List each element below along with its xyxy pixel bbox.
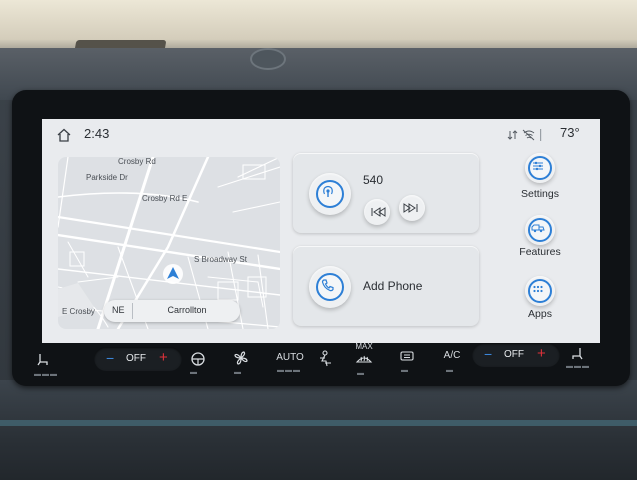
connectivity-icons [507,129,542,141]
climate-control-strip: ▬▬▬ − OFF + ▬ ▬ AUTO ▬▬▬ MAX ▬ ▬ A/C ▬ − [20,342,618,385]
sliders-icon [533,161,543,171]
street-label-e-crosby: E Crosby [62,307,95,316]
apps-grid-icon [533,285,543,293]
auto-climate-button[interactable]: AUTO [274,352,306,363]
settings-button[interactable]: Settings [503,153,577,205]
passenger-temp-down-button[interactable]: − [484,346,492,362]
apps-icon-ring [528,279,552,303]
airflow-mode-icon[interactable] [316,349,334,369]
street-label-parkside: Parkside Dr [86,173,128,182]
vehicle-location-icon [163,264,183,284]
radio-card[interactable]: 540 [293,153,479,233]
status-bar: 2:43 73° [42,119,600,149]
settings-label: Settings [521,188,559,200]
driver-temp-up-button[interactable]: + [159,349,168,366]
driver-temp-control[interactable]: − OFF + [94,347,182,371]
max-indicator-dot: ▬ [357,370,365,377]
apps-icon-button [525,276,555,306]
driver-temp-down-button[interactable]: − [106,350,114,366]
home-icon[interactable] [56,127,72,143]
phone-icon [321,279,334,292]
add-phone-label: Add Phone [363,279,423,293]
passenger-temp-status: OFF [504,349,524,360]
navigation-map[interactable]: Crosby Rd Parkside Dr Crosby Rd E S Broa… [58,157,280,329]
max-defrost-icon[interactable] [354,352,374,366]
rear-defrost-dot: ▬ [401,367,409,374]
dashboard-lower [0,380,637,480]
compass-heading: NE [112,305,125,315]
phone-card[interactable]: Add Phone [293,246,479,326]
apps-button[interactable]: Apps [503,276,577,328]
settings-icon-button [525,153,555,183]
dash-sensor [250,48,286,70]
wheel-heat-dot: ▬ [190,369,198,376]
radio-antenna-icon [323,185,333,197]
radio-station: 540 [363,173,384,187]
clock-time: 2:43 [84,126,110,141]
fan-level-dot: ▬ [234,369,242,376]
radio-icon-ring [316,180,344,208]
apps-label: Apps [528,308,552,320]
driver-temp-status: OFF [126,353,146,364]
skip-back-icon [371,207,386,217]
settings-icon-ring [528,156,552,180]
driver-seat-heat-icon[interactable] [34,351,52,369]
features-label: Features [519,246,561,258]
street-label-crosby-rd-e: Crosby Rd E [142,194,188,203]
street-label-s-broadway: S Broadway St [194,255,247,264]
rear-defrost-icon[interactable] [398,349,416,365]
features-icon-button [525,215,555,245]
passenger-seat-heat-icon[interactable] [568,345,586,363]
street-label-crosby-rd: Crosby Rd [118,157,156,166]
outside-temperature: 73° [560,125,580,140]
passenger-seat-dots: ▬▬▬ [566,363,590,370]
data-transfer-icon [507,130,518,140]
fan-icon[interactable] [232,349,250,367]
steering-wheel-heat-icon[interactable] [190,351,206,367]
signal-off-icon [522,129,535,141]
phone-icon-ring [316,273,344,301]
passenger-temp-control[interactable]: − OFF + [472,343,560,367]
phone-button[interactable] [309,266,351,308]
radio-source-button[interactable] [309,173,351,215]
skip-forward-icon [403,203,418,213]
truck-icon [531,224,545,233]
max-defrost-label: MAX [355,342,373,351]
map-location-pill[interactable]: NE Carrollton [104,300,240,322]
current-city: Carrollton [167,305,207,315]
passenger-temp-up-button[interactable]: + [537,345,546,362]
seat-level-dots: ▬▬▬ [34,371,58,378]
infotainment-screen: 2:43 73° Crosby Rd Parkside Dr Crosby Rd… [42,119,600,343]
auto-indicator-dots: ▬▬▬ [277,367,301,374]
ac-button[interactable]: A/C [440,350,464,361]
features-button[interactable]: Features [503,215,577,267]
dash-trim [0,420,637,426]
pill-divider [132,303,133,319]
next-track-button[interactable] [399,195,425,221]
previous-track-button[interactable] [364,199,390,225]
features-icon-ring [528,218,552,242]
ac-indicator-dot: ▬ [446,367,454,374]
